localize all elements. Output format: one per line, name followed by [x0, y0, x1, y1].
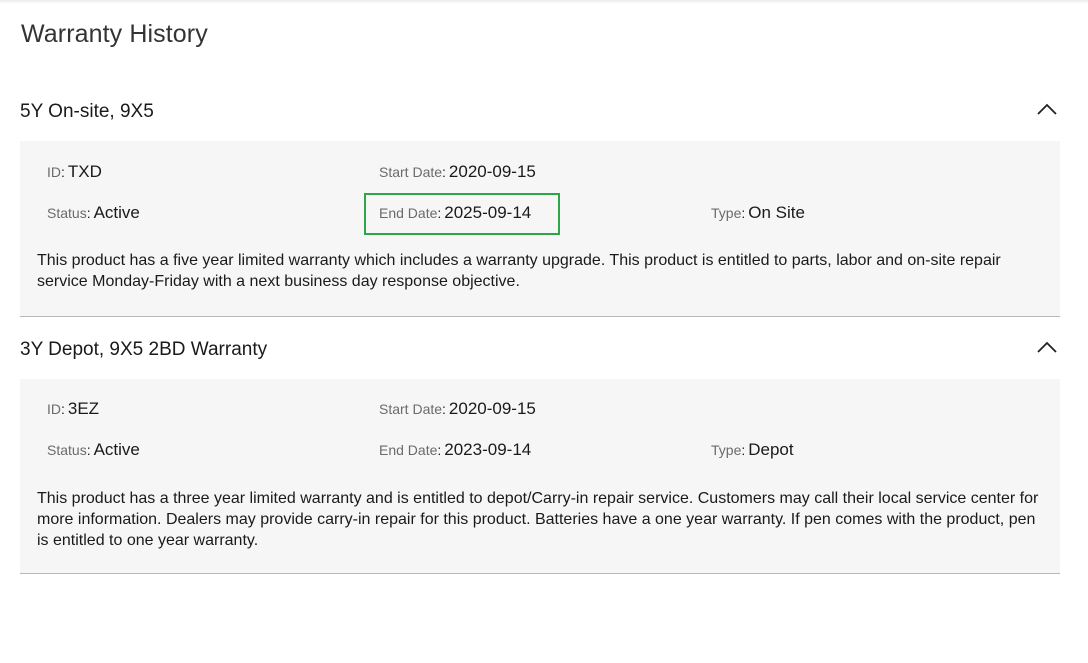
page-title: Warranty History	[21, 20, 208, 48]
warranty-details-panel-2: ID: 3EZ Start Date: 2020-09-15 Status: Acti…	[20, 379, 1060, 574]
warranty-header-1[interactable]: 5Y On-site, 9X5	[20, 87, 1060, 135]
warranty-section-1: 5Y On-site, 9X5 ID: TXD Start Date: 2020-0…	[20, 87, 1060, 317]
warranty-description: This product has a five year limited war…	[37, 252, 1001, 290]
end-date-field: End Date: 2023-09-14	[379, 440, 532, 459]
end-date-label: End Date	[379, 205, 438, 221]
chevron-up-icon[interactable]	[1036, 337, 1058, 359]
start-date-value: 2020-09-15	[448, 399, 536, 418]
type-value: On Site	[748, 203, 805, 222]
id-label: ID	[47, 401, 61, 417]
status-field: Status: Active	[47, 203, 140, 222]
warranty-description: This product has a three year limited wa…	[37, 490, 1039, 549]
warranty-section-2: 3Y Depot, 9X5 2BD Warranty ID: 3EZ Start …	[20, 325, 1060, 574]
id-value: TXD	[67, 162, 102, 181]
status-label: Status	[47, 442, 87, 458]
id-label: ID	[47, 164, 61, 180]
type-value: Depot	[748, 440, 794, 459]
start-date-field: Start Date: 2020-09-15	[379, 162, 536, 181]
end-date-value: 2023-09-14	[444, 440, 532, 459]
warranty-details-panel-1: ID: TXD Start Date: 2020-09-15 Status: Acti…	[20, 141, 1060, 317]
status-value: Active	[93, 440, 140, 459]
status-value: Active	[93, 203, 140, 222]
warranty-header-2[interactable]: 3Y Depot, 9X5 2BD Warranty	[20, 325, 1060, 373]
status-field: Status: Active	[47, 440, 140, 459]
warranty-history-page: Warranty History 5Y On-site, 9X5 ID: TXD …	[0, 0, 1088, 663]
type-label: Type	[711, 442, 742, 458]
id-value: 3EZ	[67, 399, 100, 418]
type-field: Type: Depot	[711, 440, 794, 459]
start-date-label: Start Date	[379, 401, 443, 417]
top-edge-shadow	[0, 0, 1088, 4]
warranty-id-field: ID: 3EZ	[47, 399, 100, 418]
type-field: Type: On Site	[711, 203, 805, 222]
warranty-id-field: ID: TXD	[47, 162, 102, 181]
end-date-label: End Date	[379, 442, 438, 458]
status-label: Status	[47, 205, 87, 221]
type-label: Type	[711, 205, 742, 221]
start-date-label: Start Date	[379, 164, 443, 180]
start-date-field: Start Date: 2020-09-15	[379, 399, 536, 418]
start-date-value: 2020-09-15	[448, 162, 536, 181]
chevron-up-icon[interactable]	[1036, 99, 1058, 121]
end-date-value: 2025-09-14	[444, 203, 532, 222]
end-date-field: End Date: 2025-09-14	[379, 203, 532, 222]
warranty-name: 5Y On-site, 9X5	[20, 101, 154, 122]
warranty-name: 3Y Depot, 9X5 2BD Warranty	[20, 339, 268, 360]
